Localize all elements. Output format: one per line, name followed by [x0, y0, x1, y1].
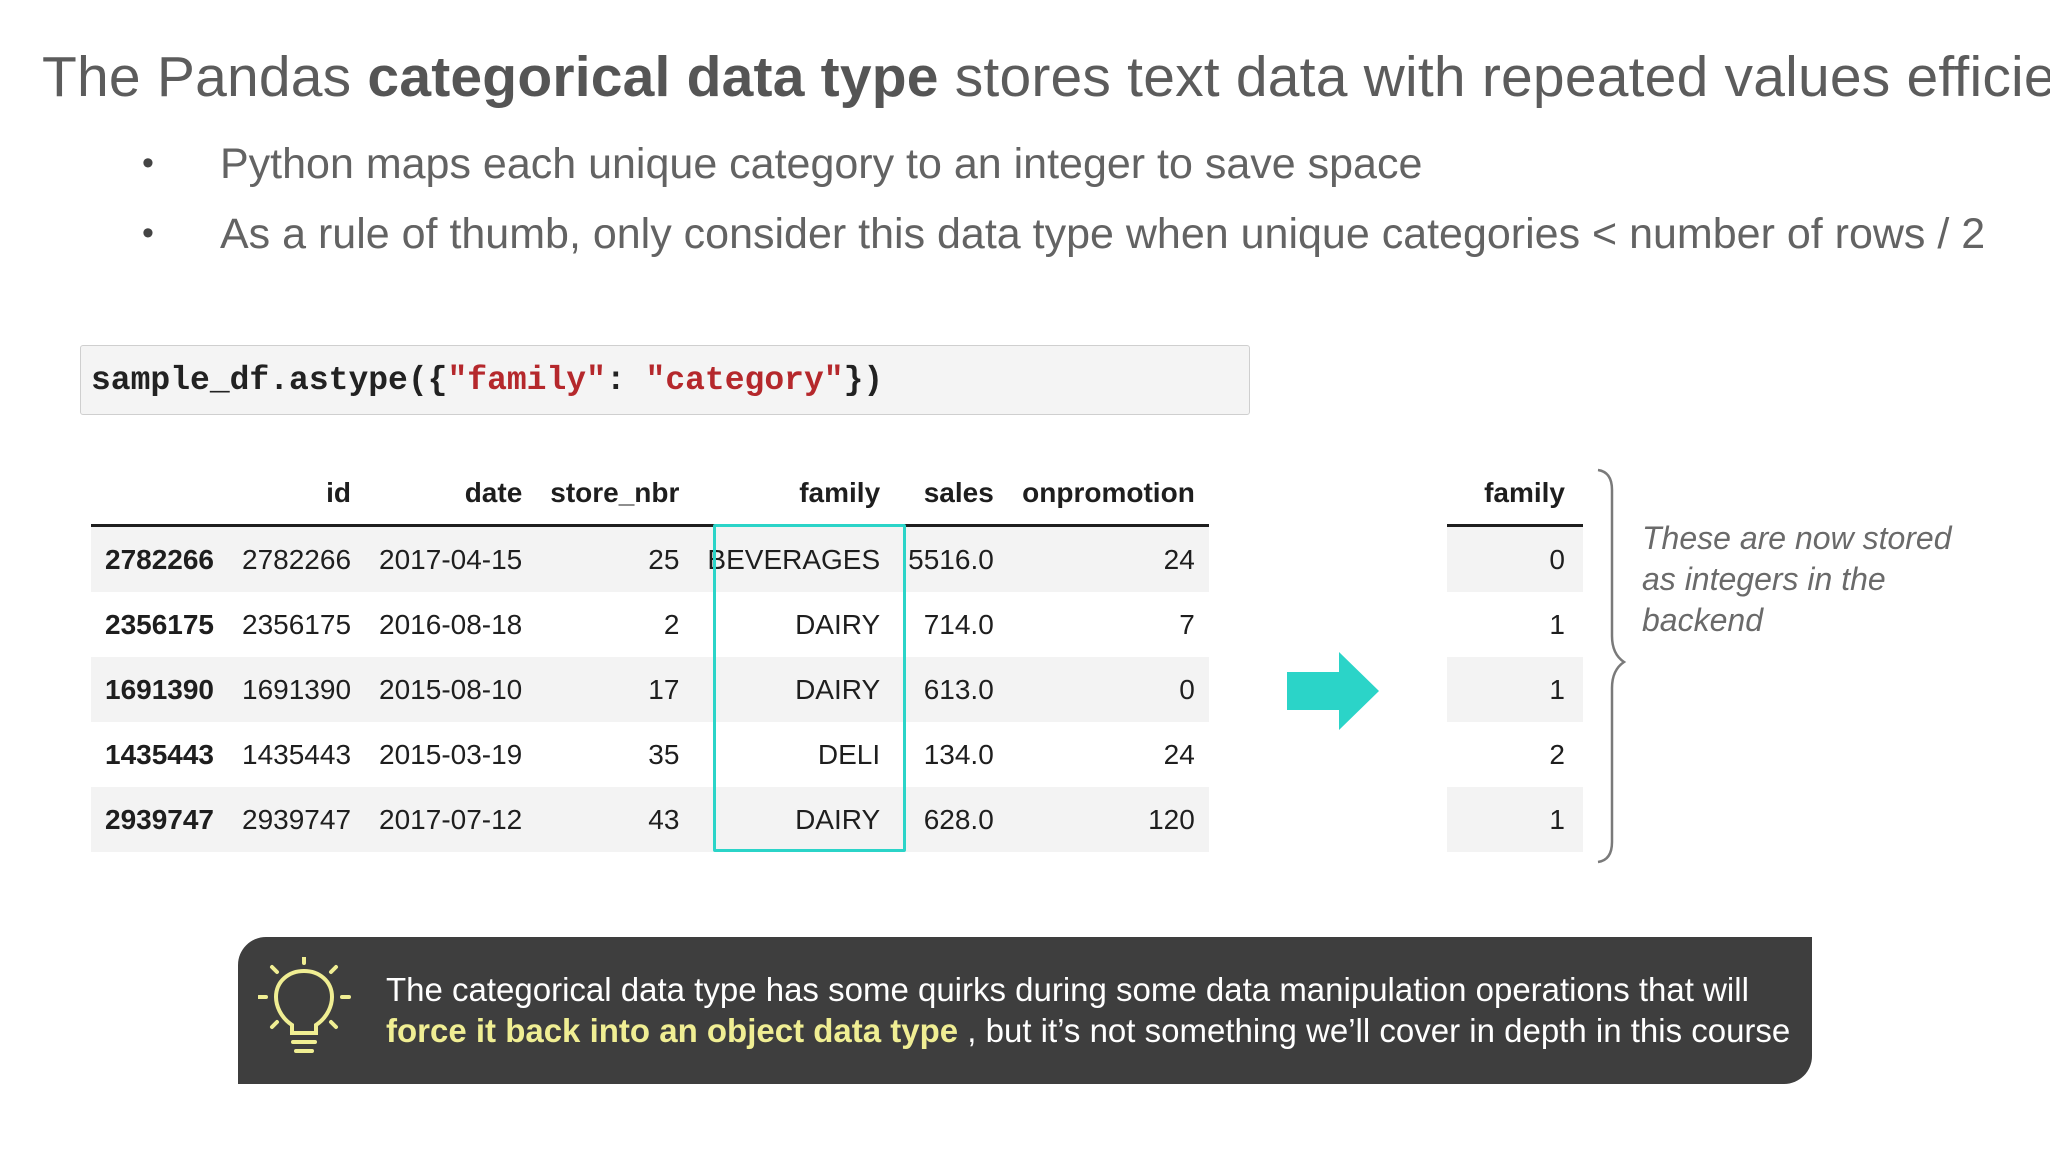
code-value: 0 [1549, 543, 1565, 575]
table-row: 2782266 2782266 2017-04-15 25 BEVERAGES … [91, 525, 1209, 592]
cell-store-nbr: 2 [663, 608, 680, 640]
row-index: 2782266 [105, 543, 215, 575]
row-index: 1691390 [105, 673, 215, 705]
cell-date: 2015-03-19 [379, 738, 523, 770]
codes-row: 1 [1447, 787, 1583, 852]
cell-id: 2782266 [242, 543, 352, 575]
cell-date: 2017-07-12 [379, 803, 523, 835]
code-value-string: "category" [645, 362, 844, 399]
code-block: sample_df.astype({"family": "category"}) [80, 345, 1250, 415]
code-value: 1 [1549, 608, 1565, 640]
codes-row: 0 [1447, 525, 1583, 592]
row-index: 1435443 [105, 738, 215, 770]
bullet-text: As a rule of thumb, only consider this d… [220, 210, 1986, 258]
code-value: 1 [1549, 803, 1565, 835]
code-suffix: }) [843, 362, 884, 399]
cell-onpromotion: 24 [1163, 543, 1195, 575]
title-bold: categorical data type [367, 45, 939, 109]
column-header-id: id [326, 477, 352, 508]
table-row: 2939747 2939747 2017-07-12 43 DAIRY 628.… [91, 787, 1209, 852]
cell-date: 2017-04-15 [379, 543, 523, 575]
cell-store-nbr: 25 [648, 543, 680, 575]
cell-onpromotion: 7 [1179, 608, 1195, 640]
cell-onpromotion: 24 [1163, 738, 1195, 770]
column-header-store-nbr: store_nbr [550, 477, 680, 508]
family-column-highlight [713, 524, 906, 852]
table-header-row: id date store_nbr family sales onpromoti… [91, 462, 1209, 526]
code-value: 1 [1549, 673, 1565, 705]
cell-store-nbr: 35 [648, 738, 680, 770]
code-prefix: sample_df.astype({ [91, 362, 448, 399]
cell-sales: 5516.0 [908, 543, 994, 575]
column-header-date: date [464, 477, 523, 508]
bullet-text: Python maps each unique category to an i… [220, 140, 1423, 188]
column-header-sales: sales [923, 477, 994, 508]
title-prefix: The Pandas [42, 45, 368, 109]
table-row: 1691390 1691390 2015-08-10 17 DAIRY 613.… [91, 657, 1209, 722]
cell-sales: 714.0 [923, 608, 994, 640]
row-index: 2356175 [105, 608, 215, 640]
code-value: 2 [1549, 738, 1565, 770]
arrow-right-icon [1287, 652, 1379, 730]
codes-row: 1 [1447, 657, 1583, 722]
cell-onpromotion: 0 [1179, 673, 1195, 705]
cell-sales: 628.0 [923, 803, 994, 835]
category-codes-table: family 0 1 1 2 1 [1447, 462, 1583, 852]
row-index: 2939747 [105, 803, 215, 835]
column-header-index [91, 462, 228, 526]
cell-store-nbr: 17 [648, 673, 680, 705]
codes-header-row: family [1447, 462, 1583, 526]
cell-date: 2016-08-18 [379, 608, 523, 640]
callout-text-part1: The categorical data type has some quirk… [386, 971, 1749, 1008]
column-header-onpromotion: onpromotion [1022, 477, 1195, 508]
bullet-dot-icon: • [142, 144, 154, 182]
codes-row: 1 [1447, 592, 1583, 657]
dataframe-table: id date store_nbr family sales onpromoti… [91, 462, 1209, 852]
lightbulb-icon [258, 957, 351, 1053]
code-key-string: "family" [447, 362, 606, 399]
curly-brace-icon [1597, 468, 1627, 864]
callout-text-part2: , but it’s not something we’ll cover in … [958, 1012, 1791, 1049]
cell-onpromotion: 120 [1148, 803, 1195, 835]
cell-id: 1435443 [242, 738, 352, 770]
table-row: 2356175 2356175 2016-08-18 2 DAIRY 714.0… [91, 592, 1209, 657]
cell-store-nbr: 43 [648, 803, 680, 835]
annotation-note: These are now stored as integers in the … [1642, 520, 1952, 638]
cell-sales: 613.0 [923, 673, 994, 705]
cell-id: 1691390 [242, 673, 352, 705]
cell-id: 2356175 [242, 608, 352, 640]
cell-sales: 134.0 [923, 738, 994, 770]
callout-text: The categorical data type has some quirk… [386, 969, 1806, 1051]
bullet-dot-icon: • [142, 214, 154, 252]
callout-highlight: force it back into an object data type [386, 1012, 959, 1049]
column-header-family: family [799, 477, 881, 508]
codes-header: family [1484, 477, 1565, 508]
table-row: 1435443 1435443 2015-03-19 35 DELI 134.0… [91, 722, 1209, 787]
code-separator: : [605, 362, 646, 399]
cell-date: 2015-08-10 [379, 673, 523, 705]
slide-title: The Pandas categorical data type stores … [42, 44, 2050, 110]
codes-row: 2 [1447, 722, 1583, 787]
cell-id: 2939747 [242, 803, 352, 835]
title-suffix: stores text data with repeated values ef… [938, 45, 2050, 109]
tip-callout: The categorical data type has some quirk… [238, 937, 1812, 1084]
